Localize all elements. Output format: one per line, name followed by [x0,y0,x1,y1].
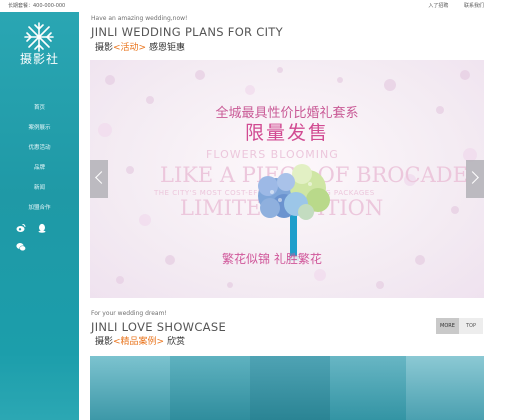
banner-next-button[interactable] [466,160,484,198]
top-bar: 长期套餐：400-000-000 入了招聘 联系我们 [0,0,530,12]
showcase-photo[interactable] [406,356,484,420]
weibo-icon[interactable] [16,218,26,232]
chevron-left-icon [95,171,108,184]
top-button[interactable]: TOP [459,318,483,334]
plans-eyebrow: Have an amazing wedding,now! [91,15,188,22]
nav-item-cases[interactable]: 案例展示 [0,118,79,138]
promo-banner[interactable]: 全城最具性价比婚礼套系 限量发售 FLOWERS BLOOMING LIKE A… [90,60,484,298]
nav-item-franchise[interactable]: 加盟合作 [0,198,79,218]
sidebar-bottom-decoration [0,350,79,420]
banner-slogan: 繁花似锦 礼胜繁花 [222,252,322,266]
nav-item-promotions[interactable]: 优惠活动 [0,138,79,158]
top-link-jobs[interactable]: 入了招聘 [428,3,448,9]
social-links [16,218,66,252]
plans-subtitle-suffix: 感恩钜惠 [146,43,185,53]
chevron-right-icon [466,171,479,184]
plans-subtitle-prefix: 摄影 [95,43,114,53]
hotline-text: 长期套餐：400-000-000 [8,3,66,9]
plans-title: JINLI WEDDING PLANS FOR CITY [91,25,283,39]
showcase-photo[interactable] [90,356,170,420]
more-button[interactable]: MORE [436,318,459,334]
showcase-subtitle-highlight: <精品案例> [113,337,165,347]
snowflake-logo-icon[interactable] [22,20,56,54]
banner-limited-sale: 限量发售 [244,122,329,144]
showcase-photo[interactable] [330,356,406,420]
showcase-subtitle-suffix: 欣赏 [164,337,185,347]
plans-subtitle: 摄影<活动> 感恩钜惠 [95,40,185,53]
sidebar-nav: 首页 案例展示 优惠活动 品牌 新闻 加盟合作 [0,98,79,218]
showcase-eyebrow: For your wedding dream! [91,310,167,317]
showcase-photo[interactable] [170,356,250,420]
nav-item-brand[interactable]: 品牌 [0,158,79,178]
showcase-subtitle-prefix: 摄影 [95,337,114,347]
showcase-gallery [90,356,484,420]
nav-item-home[interactable]: 首页 [0,98,79,118]
top-links: 入了招聘 联系我们 [414,2,484,9]
sidebar: 摄影社 首页 案例展示 优惠活动 品牌 新闻 加盟合作 [0,12,79,420]
top-link-contact[interactable]: 联系我们 [464,3,484,9]
plans-subtitle-highlight: <活动> [113,43,147,53]
qq-icon[interactable] [37,218,47,233]
nav-item-news[interactable]: 新闻 [0,178,79,198]
banner-prev-button[interactable] [90,160,108,198]
showcase-title: JINLI LOVE SHOWCASE [91,320,227,334]
page: 长期套餐：400-000-000 入了招聘 联系我们 摄影社 首页 案例展示 优… [0,0,530,420]
brand-name[interactable]: 摄影社 [0,50,79,67]
showcase-photo[interactable] [250,356,330,420]
wechat-icon[interactable] [16,237,26,252]
showcase-subtitle: 摄影<精品案例> 欣赏 [95,334,185,347]
